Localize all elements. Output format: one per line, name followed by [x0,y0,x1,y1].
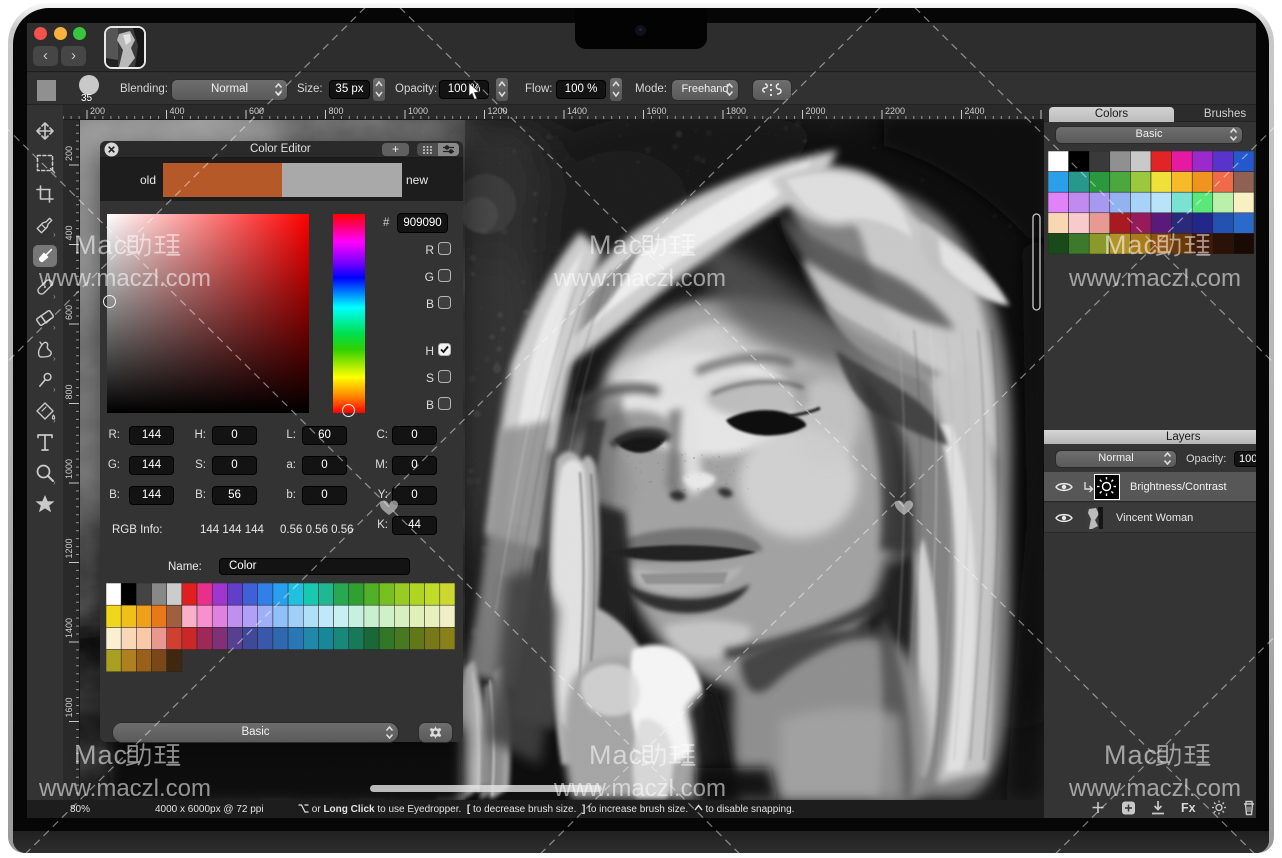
svg-text:1800: 1800 [726,106,746,116]
svg-text:›: › [53,354,56,363]
svg-text:›: › [53,385,56,394]
svg-text:›: › [53,292,56,301]
svg-text:1200: 1200 [488,106,508,116]
svg-text:2000: 2000 [806,106,826,116]
svg-text:›: › [53,323,56,332]
svg-text:›: › [53,416,56,425]
svg-text:1000: 1000 [64,459,74,479]
svg-text:2200: 2200 [885,106,905,116]
svg-text:200: 200 [64,146,74,161]
svg-text:1400: 1400 [567,106,587,116]
svg-text:1600: 1600 [64,697,74,717]
svg-text:2400: 2400 [965,106,985,116]
svg-text:800: 800 [64,384,74,399]
svg-text:400: 400 [170,106,185,116]
svg-text:800: 800 [329,106,344,116]
svg-text:›: › [53,230,56,239]
svg-text:600: 600 [64,305,74,320]
svg-text:400: 400 [64,225,74,240]
svg-text:1600: 1600 [647,106,667,116]
svg-text:›: › [53,478,56,487]
svg-text:Fx: Fx [1181,801,1196,815]
svg-text:1000: 1000 [408,106,428,116]
svg-text:1400: 1400 [64,618,74,638]
svg-text:1200: 1200 [64,538,74,558]
svg-text:600: 600 [249,106,264,116]
svg-text:›: › [53,168,56,177]
svg-text:200: 200 [90,106,105,116]
